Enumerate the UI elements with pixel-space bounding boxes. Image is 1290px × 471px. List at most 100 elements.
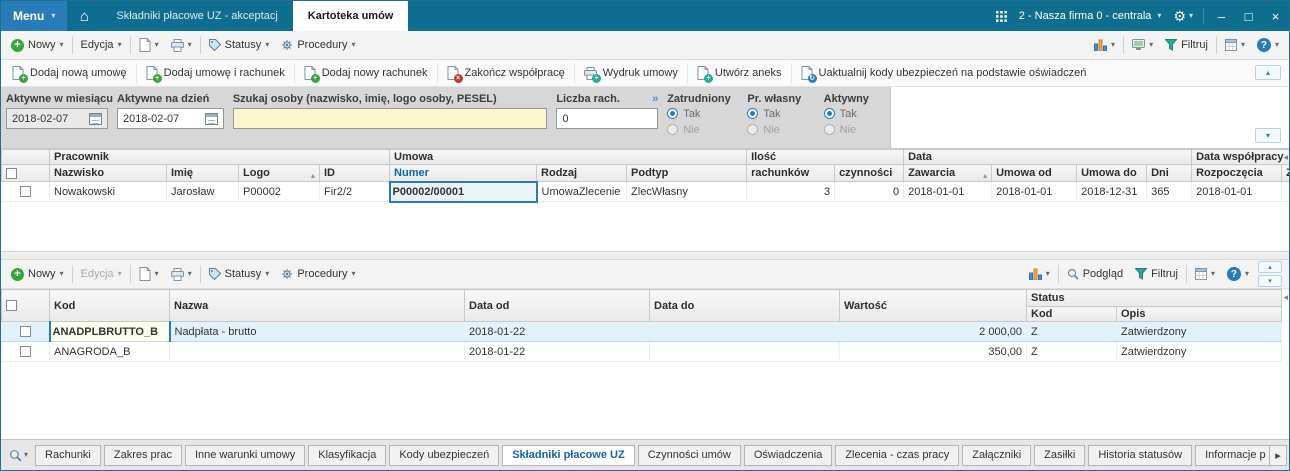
edycja-button[interactable]: Edycja ▾ <box>75 34 128 56</box>
statusy-skladnik-button[interactable]: Statusy ▾ <box>203 263 276 285</box>
cell-rodzaj[interactable]: UmowaZlecenie <box>536 181 628 202</box>
filtruj-button[interactable]: Filtruj <box>1159 34 1214 56</box>
tab-skladniki-placowe-uz[interactable]: Składniki płacowe UZ <box>502 444 635 466</box>
dodaj-umowe-i-rachunek-button[interactable]: + Dodaj umowę i rachunek <box>137 62 295 84</box>
col-umowa-do[interactable]: Umowa do <box>1076 164 1148 182</box>
tab-zalaczniki[interactable]: Załączniki <box>962 444 1032 466</box>
more-filters-icon[interactable]: » <box>652 90 658 105</box>
tab-rachunki[interactable]: Rachunki <box>35 444 101 466</box>
close-button[interactable]: × <box>1262 1 1289 31</box>
col-kod[interactable]: Kod <box>49 289 170 322</box>
radio-selected-icon[interactable] <box>667 108 679 119</box>
zatrudniony-tak-option[interactable]: Tak <box>667 106 738 121</box>
nowy-skladnik-button[interactable]: + Nowy ▾ <box>5 263 70 285</box>
cell-status-opis[interactable]: Zatwierdzony <box>1116 321 1282 342</box>
cell-logo[interactable]: P00002 <box>238 181 320 202</box>
cell-zakonczenia[interactable] <box>1281 181 1289 202</box>
home-button[interactable]: ⌂ <box>67 1 101 31</box>
cell-imie[interactable]: Jarosław <box>166 181 239 202</box>
cell-umowa-do[interactable]: 2018-12-31 <box>1076 181 1148 202</box>
widok-button[interactable]: ▾ <box>1126 34 1159 56</box>
filtruj-skladnik-button[interactable]: Filtruj <box>1129 263 1184 285</box>
collapse-pane-button[interactable]: ▾ <box>1258 275 1282 287</box>
col-id[interactable]: ID <box>318 164 391 182</box>
col-numer[interactable]: Numer <box>389 164 538 182</box>
pomoc-skladnik-button[interactable]: ? ▾ <box>1221 263 1255 285</box>
cell-data-do[interactable] <box>649 341 840 362</box>
radio-selected-icon[interactable] <box>823 108 835 119</box>
cell-id[interactable]: Fir2/2 <box>318 181 391 202</box>
drukuj-button[interactable]: ▾ <box>165 34 198 56</box>
radio-selected-icon[interactable] <box>747 108 759 119</box>
statusy-button[interactable]: Statusy ▾ <box>203 34 276 56</box>
col-data-do[interactable]: Data do <box>649 289 840 322</box>
col-status-kod[interactable]: Kod <box>1026 306 1117 322</box>
cell-data-od[interactable]: 2018-01-22 <box>464 321 650 342</box>
col-status-opis[interactable]: Opis <box>1116 306 1282 322</box>
freeze-columns-button[interactable]: ◂ <box>1283 292 1288 303</box>
cell-czynnosci[interactable]: 0 <box>834 181 905 202</box>
select-all-checkbox[interactable] <box>6 300 17 312</box>
pomoc-button[interactable]: ? ▾ <box>1251 34 1285 56</box>
dodaj-nowy-rachunek-button[interactable]: + Dodaj nowy rachunek <box>295 62 438 84</box>
radio-unselected-icon[interactable] <box>747 124 759 135</box>
col-dni[interactable]: Dni <box>1146 164 1193 182</box>
col-nazwisko[interactable]: Nazwisko <box>49 164 167 182</box>
row-checkbox[interactable] <box>20 346 31 358</box>
cell-podtyp[interactable]: ZlecWłasny <box>626 181 748 202</box>
collapse-panel-button[interactable]: ▴ <box>1255 65 1281 80</box>
tab-zlecenia-czas-pracy[interactable]: Zlecenia - czas pracy <box>835 444 960 466</box>
aktywny-nie-option[interactable]: Nie <box>823 122 885 137</box>
menu-button[interactable]: Menu ▾ <box>1 1 68 31</box>
expand-pane-button[interactable]: ▴ <box>1258 261 1282 273</box>
col-podtyp[interactable]: Podtyp <box>626 164 748 182</box>
cell-zawarcia[interactable]: 2018-01-01 <box>903 181 993 202</box>
cell-wartosc[interactable]: 350,00 <box>839 341 1027 362</box>
tab-czynnosci-umow[interactable]: Czynności umów <box>637 444 741 466</box>
dodaj-nowa-umowe-button[interactable]: + Dodaj nową umowę <box>3 62 137 84</box>
col-rachunkow[interactable]: rachunków <box>746 164 836 182</box>
zakoncz-wspolprace-button[interactable]: × Zakończ współpracę <box>438 62 575 84</box>
company-selector[interactable]: 2 - Nasza firma 0 - centrala ▾ <box>1013 10 1168 22</box>
drukuj-skladnik-button[interactable]: ▾ <box>165 263 198 285</box>
col-logo[interactable]: Logo ▴ <box>238 164 320 182</box>
col-data-od[interactable]: Data od <box>464 289 650 322</box>
organizuj-widok-button[interactable]: ▾ <box>1219 34 1251 56</box>
cell-data-do[interactable] <box>649 321 840 342</box>
nowy-button[interactable]: + Nowy ▾ <box>5 34 70 56</box>
scroll-tabs-right-button[interactable]: ▸ <box>1269 445 1287 466</box>
cell-umowa-od[interactable]: 2018-01-01 <box>991 181 1078 202</box>
col-rodzaj[interactable]: Rodzaj <box>536 164 628 182</box>
contract-row[interactable]: Nowakowski Jarosław P00002 Fir2/2 P00002… <box>1 180 1289 203</box>
col-rozpoczecia[interactable]: Rozpoczęcia <box>1191 164 1283 182</box>
calendar-icon[interactable] <box>204 112 218 125</box>
cell-numer-focused[interactable]: P00002/00001 <box>388 180 538 203</box>
select-all-checkbox[interactable] <box>6 167 17 179</box>
radio-unselected-icon[interactable] <box>667 124 679 135</box>
uaktualnij-kody-button[interactable]: ↻ Uaktualnij kody ubezpieczeń na podstaw… <box>792 63 1096 84</box>
szukaj-osoby-input[interactable] <box>232 108 548 129</box>
dokument-button[interactable]: ▾ <box>133 34 165 56</box>
col-zawarcia[interactable]: Zawarcia ▴ <box>903 164 993 182</box>
component-row[interactable]: ANAGRODA_B 2018-01-22 350,00 Z Zatwierdz… <box>1 341 1282 362</box>
calendar-icon[interactable] <box>89 112 102 125</box>
cell-nazwisko[interactable]: Nowakowski <box>49 181 167 202</box>
analizy-button[interactable]: ▾ <box>1088 34 1121 56</box>
cell-rozpoczecia[interactable]: 2018-01-01 <box>1191 181 1283 202</box>
tab-klasyfikacja[interactable]: Klasyfikacja <box>308 444 387 466</box>
col-wartosc[interactable]: Wartość <box>839 289 1027 322</box>
row-checkbox[interactable] <box>19 326 31 338</box>
apps-grid-button[interactable] <box>990 1 1013 31</box>
cell-status-kod[interactable]: Z <box>1026 341 1117 362</box>
component-row[interactable]: ANADPLBRUTTO_B Nadpłata - brutto 2018-01… <box>1 321 1282 342</box>
settings-button[interactable]: ⚙ ▾ <box>1167 1 1199 31</box>
maximize-button[interactable]: □ <box>1235 1 1262 31</box>
cell-dni[interactable]: 365 <box>1146 181 1193 202</box>
cell-status-kod[interactable]: Z <box>1026 321 1117 342</box>
col-czynnosci[interactable]: czynności <box>834 164 905 182</box>
cell-status-opis[interactable]: Zatwierdzony <box>1116 341 1282 362</box>
pr-wlasny-nie-option[interactable]: Nie <box>747 122 814 137</box>
col-umowa-od[interactable]: Umowa od <box>991 164 1078 182</box>
cell-kod[interactable]: ANAGRODA_B <box>49 341 170 362</box>
edycja-skladnik-button[interactable]: Edycja ▾ <box>75 263 128 285</box>
